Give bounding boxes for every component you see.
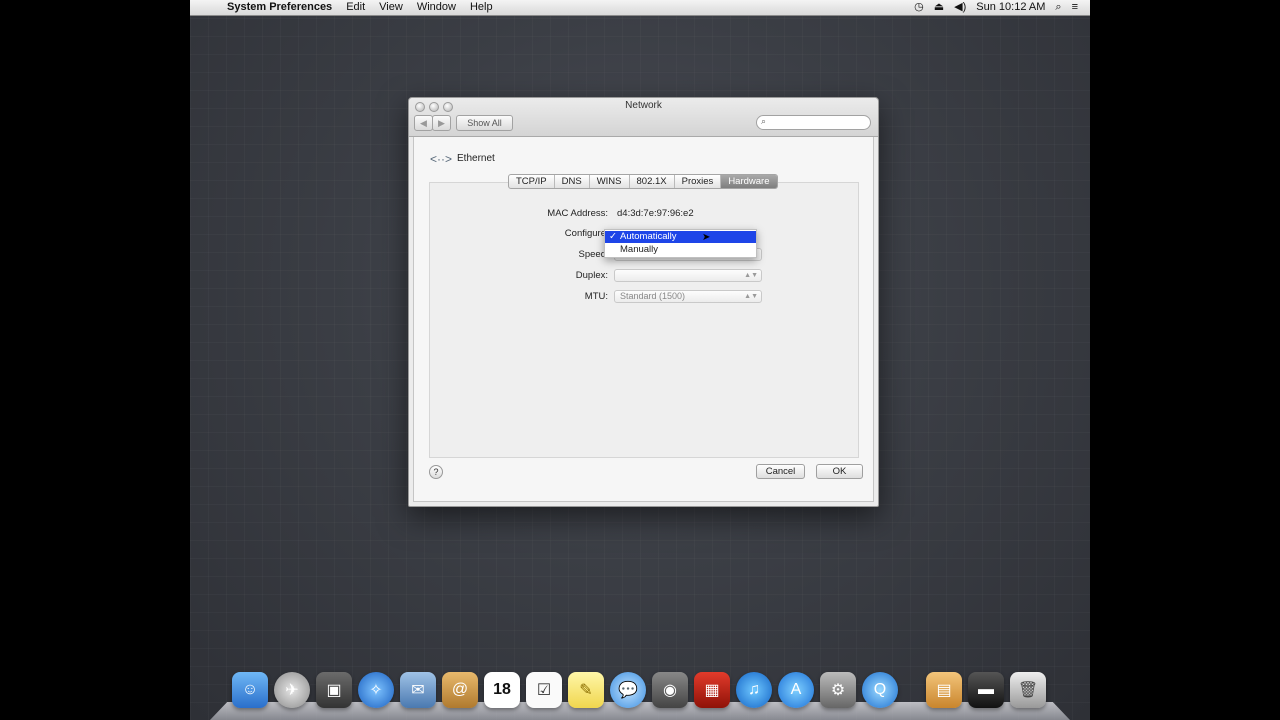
chevron-up-down-icon: ▲▼ <box>744 272 758 279</box>
duplex-label: Duplex: <box>575 270 608 281</box>
option-automatically[interactable]: ✓ Automatically <box>605 231 756 243</box>
configure-label: Configure <box>564 228 606 239</box>
network-window: Network ◀ ▶ Show All ⌕ <··> Ethernet TCP… <box>408 97 879 507</box>
menu-app-name[interactable]: System Preferences <box>227 0 332 15</box>
mtu-label: MTU: <box>584 291 608 302</box>
tab-dns[interactable]: DNS <box>555 175 590 188</box>
app-store-icon[interactable]: A <box>778 672 814 708</box>
messages-icon[interactable]: 💬 <box>610 672 646 708</box>
contacts-icon[interactable]: @ <box>442 672 478 708</box>
checkmark-icon: ✓ <box>609 231 617 242</box>
tab-wins[interactable]: WINS <box>590 175 630 188</box>
safari-icon[interactable]: ✧ <box>358 672 394 708</box>
notes-icon[interactable]: ✎ <box>568 672 604 708</box>
reminders-icon[interactable]: ☑ <box>526 672 562 708</box>
spotlight-icon[interactable]: ⌕ <box>1055 0 1061 15</box>
mouse-cursor-icon: ➤ <box>702 232 711 243</box>
mtu-popup[interactable]: Standard (1500) ▲▼ <box>614 290 762 303</box>
window-title: Network <box>625 100 662 111</box>
configure-dropdown: ✓ Automatically Manually <box>604 229 757 258</box>
search-field[interactable]: ⌕ <box>756 115 871 130</box>
tab-proxies[interactable]: Proxies <box>675 175 722 188</box>
installer-icon[interactable]: ▤ <box>926 672 962 708</box>
desktop: System Preferences Edit View Window Help… <box>190 0 1090 720</box>
menu-help[interactable]: Help <box>470 0 493 15</box>
photo-icon[interactable]: ▦ <box>694 672 730 708</box>
system-preferences-icon[interactable]: ⚙ <box>820 672 856 708</box>
interface-name: Ethernet <box>457 153 495 164</box>
cancel-button[interactable]: Cancel <box>756 464 805 479</box>
menu-edit[interactable]: Edit <box>346 0 365 15</box>
forward-icon: ▶ <box>438 118 445 128</box>
mac-address-value: d4:3d:7e:97:96:e2 <box>617 208 694 219</box>
volume-icon[interactable]: ◀) <box>954 0 966 15</box>
menu-view[interactable]: View <box>379 0 403 15</box>
itunes-icon[interactable]: ♫ <box>736 672 772 708</box>
photo-booth-icon[interactable]: ▣ <box>316 672 352 708</box>
tab-bar: TCP/IP DNS WINS 802.1X Proxies Hardware <box>508 174 778 189</box>
forward-button[interactable]: ▶ <box>432 115 451 131</box>
duplex-popup[interactable]: ▲▼ <box>614 269 762 282</box>
advanced-sheet: <··> Ethernet TCP/IP DNS WINS 802.1X Pro… <box>413 137 874 502</box>
time-machine-icon[interactable]: ◷ <box>914 0 924 15</box>
tab-8021x[interactable]: 802.1X <box>630 175 675 188</box>
launchpad-icon[interactable]: ✈ <box>274 672 310 708</box>
facetime-icon[interactable]: ◉ <box>652 672 688 708</box>
clock[interactable]: Sun 10:12 AM <box>976 0 1045 15</box>
chevron-up-down-icon: ▲▼ <box>744 293 758 300</box>
search-icon: ⌕ <box>761 116 767 126</box>
speed-label: Speed <box>578 249 606 260</box>
trash-icon[interactable]: 🗑 <box>1010 672 1046 708</box>
mtu-value: Standard (1500) <box>620 291 686 301</box>
tab-panel <box>429 182 859 458</box>
drive-icon[interactable]: ▬ <box>968 672 1004 708</box>
show-all-button[interactable]: Show All <box>456 115 513 131</box>
list-icon[interactable]: ≡ <box>1072 0 1078 15</box>
menu-window[interactable]: Window <box>417 0 456 15</box>
back-button[interactable]: ◀ <box>414 115 433 131</box>
back-icon: ◀ <box>420 118 427 128</box>
tab-tcpip[interactable]: TCP/IP <box>509 175 555 188</box>
eject-icon[interactable]: ⏏ <box>934 0 944 15</box>
help-button[interactable]: ? <box>429 465 443 479</box>
title-bar: Network ◀ ▶ Show All ⌕ <box>409 98 878 137</box>
option-manually[interactable]: Manually <box>605 244 756 256</box>
menu-bar: System Preferences Edit View Window Help… <box>190 0 1090 16</box>
mail-icon[interactable]: ✉ <box>400 672 436 708</box>
ethernet-icon: <··> <box>430 152 453 166</box>
quicktime-icon[interactable]: Q <box>862 672 898 708</box>
ok-button[interactable]: OK <box>816 464 863 479</box>
mac-address-label: MAC Address: <box>547 208 608 219</box>
dock: ☺ ✈ ▣ ✧ ✉ @ 18 ☑ ✎ 💬 ◉ ▦ ♫ A ⚙ Q ▤ ▬ 🗑 <box>210 670 1070 720</box>
finder-icon[interactable]: ☺ <box>232 672 268 708</box>
calendar-icon[interactable]: 18 <box>484 672 520 708</box>
tab-hardware[interactable]: Hardware <box>721 175 777 188</box>
